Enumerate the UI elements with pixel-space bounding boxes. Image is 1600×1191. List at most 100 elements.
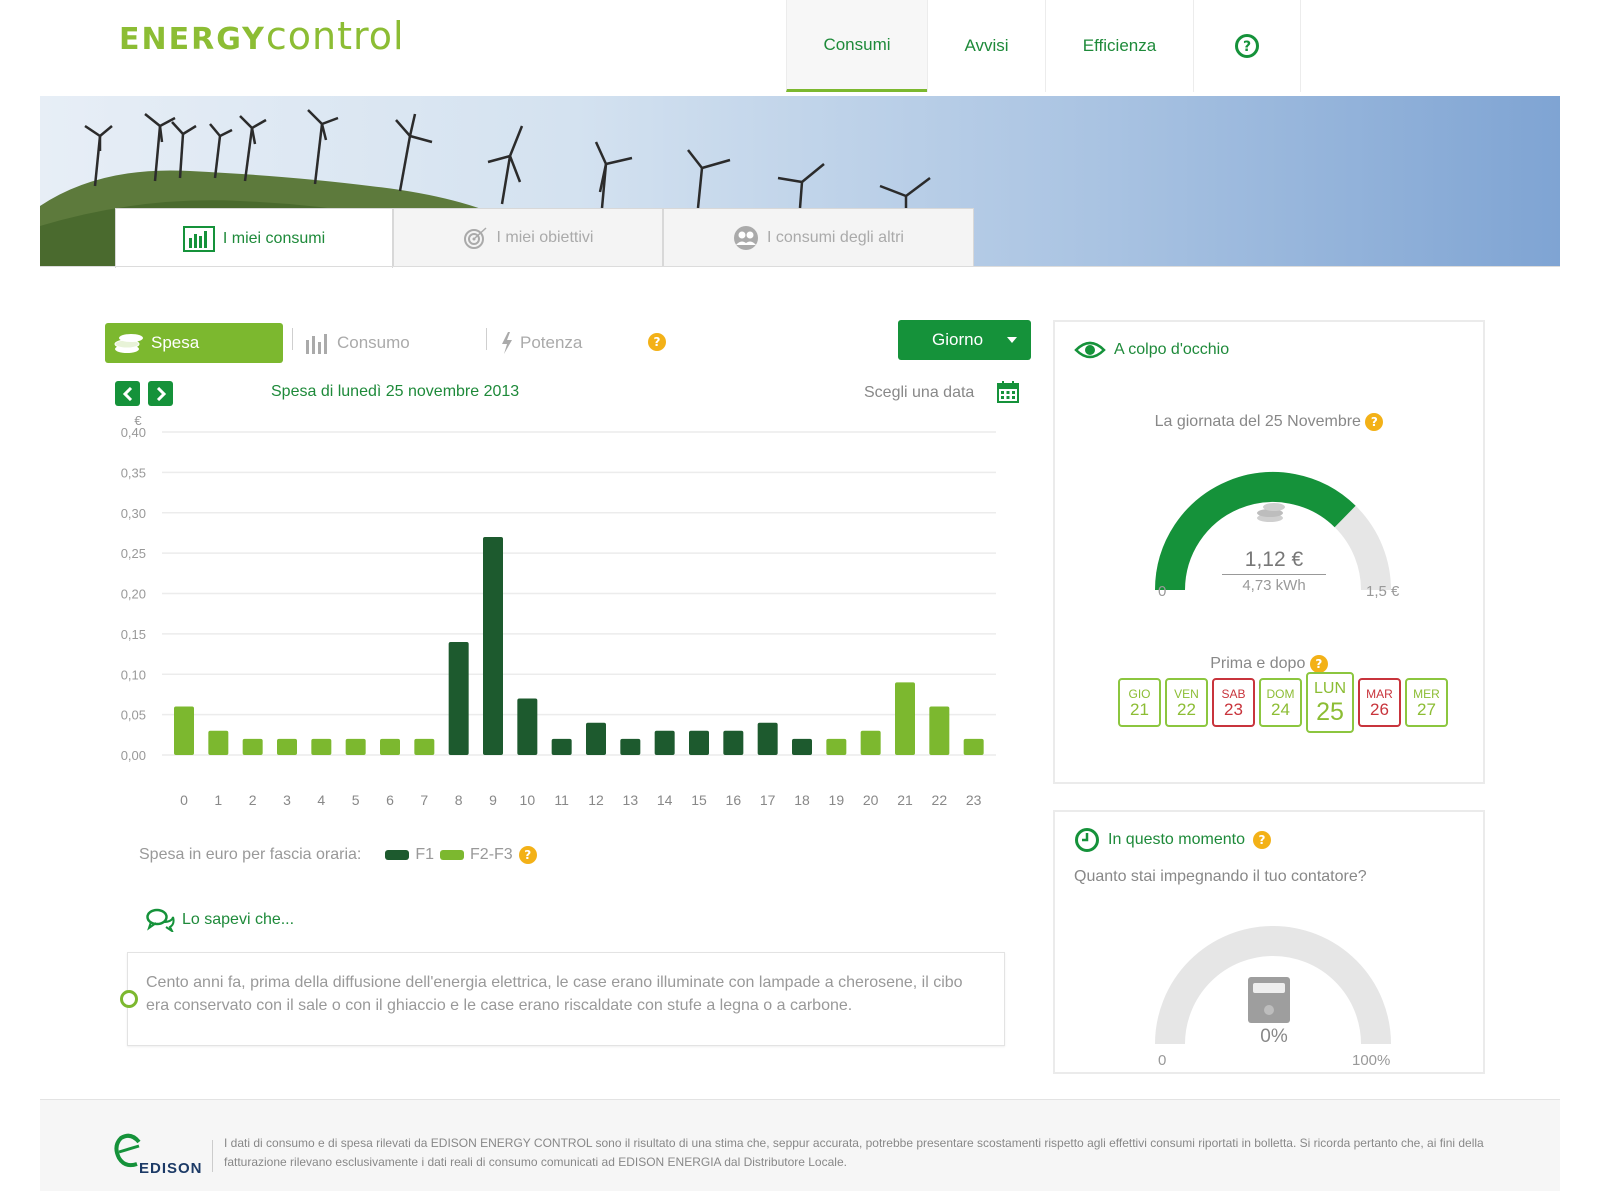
subtab-miei-obiettivi[interactable]: I miei obiettivi: [393, 208, 663, 266]
sapevi-box: Cento anni fa, prima della diffusione de…: [127, 952, 1005, 1046]
bar-hour-5[interactable]: [345, 738, 366, 755]
subtab-miei-consumi[interactable]: I miei consumi: [115, 208, 393, 268]
question-circle-icon: ?: [1235, 34, 1259, 58]
carousel-dot[interactable]: [120, 990, 138, 1008]
bar-chart-icon: [182, 225, 215, 252]
gauge-kwh: 4,73 kWh: [1242, 577, 1306, 594]
day-dom-24[interactable]: DOM 24: [1259, 678, 1302, 727]
day-mar-26[interactable]: MAR 26: [1358, 678, 1401, 727]
bar-hour-18[interactable]: [792, 738, 812, 755]
help-badge-icon[interactable]: ?: [1309, 655, 1328, 673]
nav-efficienza[interactable]: Efficienza: [1045, 0, 1193, 92]
y-tick-label: 0,15: [121, 627, 146, 642]
bar-hour-9[interactable]: [483, 536, 503, 755]
bar-hour-14[interactable]: [654, 730, 675, 755]
gauge-max-label: 1,5 €: [1366, 583, 1400, 600]
period-dropdown[interactable]: Giorno: [898, 320, 1031, 360]
tab-spesa[interactable]: Spesa: [105, 323, 283, 363]
bar-hour-17[interactable]: [757, 722, 778, 755]
y-tick-label: 0,40: [121, 425, 146, 440]
date-picker-label[interactable]: Scegli una data: [864, 384, 974, 402]
glance-heading: A colpo d'occhio: [1074, 340, 1229, 360]
bar-hour-6[interactable]: [380, 738, 400, 755]
day-number: 27: [1417, 699, 1436, 719]
x-tick-label: 15: [691, 792, 707, 808]
bar-hour-13[interactable]: [620, 738, 641, 755]
subtab-consumi-altri[interactable]: I consumi degli altri: [663, 208, 974, 266]
tab-potenza[interactable]: Potenza: [500, 323, 582, 363]
day-number: 26: [1370, 699, 1389, 719]
nav-consumi-label: Consumi: [823, 34, 891, 54]
y-tick-label: 0,20: [121, 587, 146, 602]
bar-hour-3[interactable]: [277, 738, 297, 755]
help-badge-icon[interactable]: ?: [1252, 831, 1271, 849]
nav-avvisi[interactable]: Avvisi: [927, 0, 1045, 92]
bar-hour-2[interactable]: [242, 738, 263, 755]
day-name: SAB: [1221, 686, 1246, 701]
bar-hour-22[interactable]: [929, 706, 950, 755]
day-ven-22[interactable]: VEN 22: [1165, 678, 1208, 727]
day-sab-23[interactable]: SAB 23: [1212, 678, 1255, 727]
tab-consumo[interactable]: Consumo: [305, 323, 410, 363]
help-badge-icon[interactable]: ?: [648, 333, 666, 351]
gauge-divider: [1222, 574, 1326, 575]
clock-icon: [1075, 828, 1099, 852]
meter-min-label: 0: [1158, 1052, 1167, 1069]
tab-consumo-label: Consumo: [337, 333, 410, 352]
day-lun-25[interactable]: LUN 25: [1306, 672, 1354, 733]
day-name: DOM: [1266, 686, 1295, 701]
day-gio-21[interactable]: GIO 21: [1118, 678, 1161, 727]
nav-avvisi-label: Avvisi: [964, 36, 1009, 55]
subtab-consumi-altri-label: I consumi degli altri: [767, 228, 904, 246]
bar-hour-23[interactable]: [963, 738, 984, 755]
prev-day-button[interactable]: [115, 381, 140, 406]
x-tick-label: 5: [352, 792, 360, 808]
x-tick-label: 14: [657, 792, 673, 808]
day-mer-27[interactable]: MER 27: [1405, 678, 1448, 727]
x-tick-label: 11: [554, 792, 569, 808]
legend-swatch-f1: [385, 850, 410, 860]
bar-hour-21[interactable]: [895, 682, 915, 755]
x-tick-label: 20: [863, 792, 879, 808]
y-tick-label: 0,30: [121, 506, 146, 521]
bar-hour-0[interactable]: [174, 706, 194, 755]
calendar-icon[interactable]: [996, 380, 1020, 404]
bar-hour-7[interactable]: [414, 738, 435, 755]
bar-hour-4[interactable]: [311, 738, 332, 755]
bar-hour-20[interactable]: [860, 730, 881, 755]
x-tick-label: 18: [794, 792, 810, 808]
help-badge-icon[interactable]: ?: [518, 846, 537, 864]
users-icon: [734, 225, 759, 250]
x-tick-label: 13: [623, 792, 639, 808]
coins-icon: [1257, 503, 1285, 522]
nav-help[interactable]: ?: [1193, 0, 1301, 92]
x-tick-label: 9: [489, 792, 497, 808]
bar-hour-10[interactable]: [517, 698, 538, 755]
tab-separator: [292, 328, 293, 350]
nav-consumi[interactable]: Consumi: [786, 0, 927, 92]
app-logo[interactable]: ENERGYcontrol: [119, 14, 405, 58]
subtab-miei-consumi-label: I miei consumi: [222, 229, 326, 247]
x-tick-label: 19: [829, 792, 845, 808]
help-badge-icon[interactable]: ?: [1365, 413, 1384, 431]
bar-hour-11[interactable]: [551, 738, 572, 755]
x-tick-label: 3: [283, 792, 291, 808]
meter-value: 0%: [1260, 1026, 1288, 1047]
day-name: VEN: [1174, 686, 1199, 701]
subtab-divider: [40, 266, 1560, 267]
coins-icon: [114, 334, 143, 353]
next-day-button[interactable]: [148, 381, 173, 406]
glance-subtitle-row: La giornata del 25 Novembre ?: [1053, 413, 1485, 431]
bar-hour-16[interactable]: [723, 730, 744, 755]
bar-hour-15[interactable]: [689, 730, 709, 755]
meter-max-label: 100%: [1352, 1052, 1391, 1069]
bar-hour-12[interactable]: [586, 722, 606, 755]
bar-hour-19[interactable]: [826, 738, 847, 755]
day-number: 23: [1224, 699, 1243, 719]
bar-hour-1[interactable]: [208, 730, 229, 755]
chat-bubbles-icon: [146, 908, 175, 932]
day-name: GIO: [1128, 686, 1151, 701]
bar-hour-8[interactable]: [448, 641, 469, 755]
bar-chart-icon: [306, 334, 327, 354]
x-tick-label: 23: [966, 792, 982, 808]
